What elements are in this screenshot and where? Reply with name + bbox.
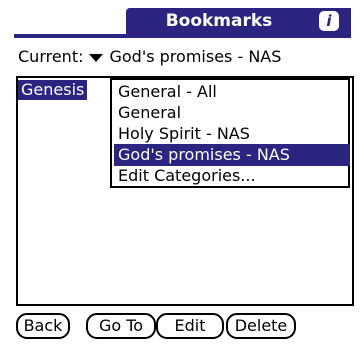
popup-item-general-all[interactable]: General - All — [114, 81, 350, 103]
bookmarks-screen: Bookmarks i Current: God's promises - NAS… — [0, 0, 364, 344]
page-title: Bookmarks — [165, 11, 273, 31]
current-category-value[interactable]: God's promises - NAS — [109, 47, 281, 66]
edit-button[interactable]: Edit — [156, 313, 224, 339]
popup-item-edit-categories[interactable]: Edit Categories... — [114, 165, 350, 187]
list-item[interactable]: Genesis — [18, 80, 88, 100]
go-to-button[interactable]: Go To — [86, 313, 156, 339]
popup-item-general[interactable]: General — [114, 102, 350, 124]
delete-button[interactable]: Delete — [226, 313, 296, 339]
popup-item-gods-promises[interactable]: God's promises - NAS — [114, 144, 350, 166]
info-icon[interactable]: i — [319, 11, 339, 31]
current-label: Current: — [18, 47, 84, 66]
category-popup-menu: General - All General Holy Spirit - NAS … — [110, 78, 350, 188]
popup-item-holy-spirit[interactable]: Holy Spirit - NAS — [114, 123, 350, 145]
category-row: Current: God's promises - NAS — [18, 44, 281, 70]
back-button[interactable]: Back — [16, 313, 70, 339]
dropdown-triangle-icon[interactable] — [89, 53, 104, 62]
title-bar: Bookmarks i — [14, 8, 351, 38]
